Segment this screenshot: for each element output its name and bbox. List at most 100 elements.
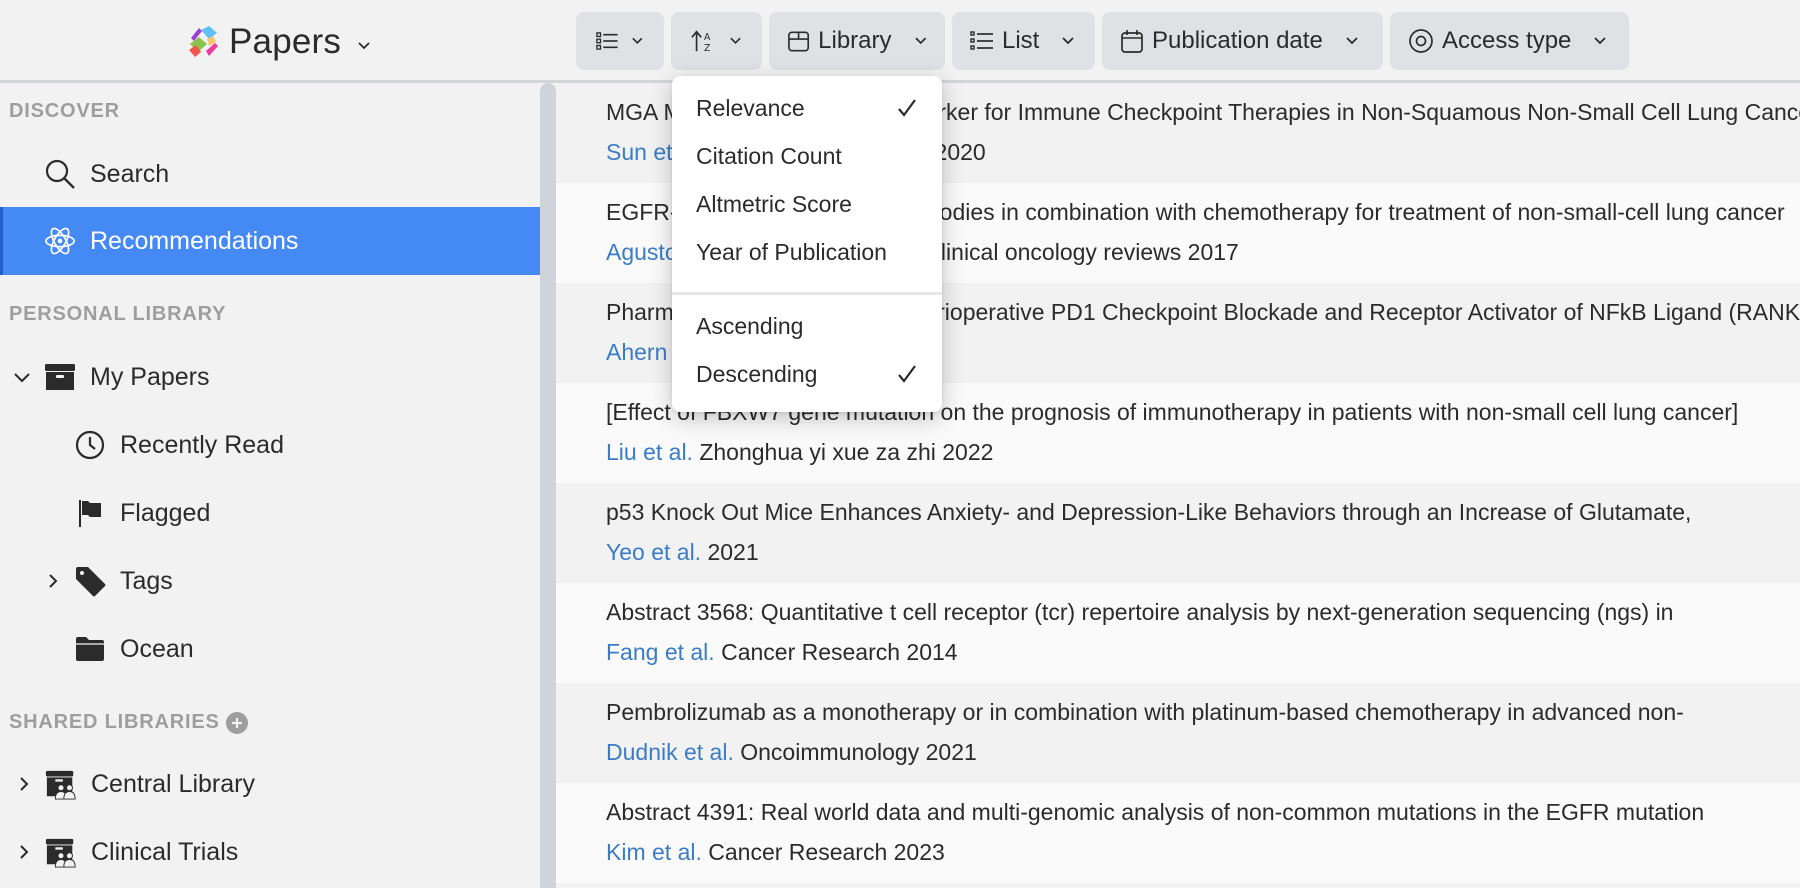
layout-filter-label: List <box>1002 27 1040 54</box>
paper-row[interactable]: Pembrolizumab as a monotherapy or in com… <box>556 683 1800 783</box>
paper-title[interactable]: Abstract 4391: Real world data and multi… <box>606 799 1704 826</box>
paper-title[interactable]: p53 Knock Out Mice Enhances Anxiety- and… <box>606 499 1691 526</box>
access-type-filter-button[interactable]: Access type <box>1390 12 1629 70</box>
chevron-down-icon <box>730 37 741 45</box>
archive-box-icon <box>44 361 76 393</box>
sidebar-item-recently-read[interactable]: Recently Read <box>0 411 540 479</box>
menu-item-label: Altmetric Score <box>696 190 852 217</box>
access-circle-icon <box>1409 29 1433 53</box>
sort-az-icon: AZ <box>691 30 711 54</box>
sort-menu: Relevance Citation Count Altmetric Score… <box>672 76 942 412</box>
sort-order-ascending[interactable]: Ascending <box>672 302 942 350</box>
app-switcher[interactable]: Papers <box>187 20 371 64</box>
section-label-shared-libraries: SHARED LIBRARIES <box>9 711 248 734</box>
paper-title[interactable]: Pembrolizumab as a monotherapy or in com… <box>606 699 1684 726</box>
checkmark-icon <box>898 365 916 383</box>
sidebar-item-clinical-trials[interactable]: Clinical Trials <box>0 818 540 886</box>
paper-authors-link[interactable]: Yeo et al. <box>606 539 701 565</box>
chevron-right-icon[interactable] <box>13 773 35 795</box>
papers-logo-icon <box>189 26 218 57</box>
sidebar-item-search[interactable]: Search <box>0 140 540 208</box>
paper-meta: Fang et al. Cancer Research 2014 <box>606 639 958 666</box>
toolbar: AZ Library List Publication date Access … <box>576 12 1629 70</box>
section-label-text: SHARED LIBRARIES <box>9 711 220 733</box>
add-shared-library-icon[interactable] <box>225 711 248 734</box>
sidebar-item-label: Ocean <box>120 634 194 663</box>
paper-venue: Cancer Research 2023 <box>708 839 945 865</box>
chevron-down-icon <box>632 37 643 44</box>
menu-item-label: Ascending <box>696 312 804 339</box>
paper-authors-link[interactable]: Kim et al. <box>606 839 702 865</box>
chevron-down-icon <box>358 42 370 50</box>
publication-date-filter-label: Publication date <box>1152 27 1323 54</box>
checkmark-icon <box>898 99 916 117</box>
atom-icon <box>44 225 76 257</box>
section-label-personal-library: PERSONAL LIBRARY <box>9 303 227 325</box>
folder-icon <box>74 633 106 665</box>
layout-filter-button[interactable]: List <box>952 12 1095 70</box>
paper-meta: Dudnik et al. Oncoimmunology 2021 <box>606 739 977 766</box>
chevron-right-icon[interactable] <box>13 841 35 863</box>
paper-meta: Liu et al. Zhonghua yi xue za zhi 2022 <box>606 439 993 466</box>
paper-authors-link[interactable]: Fang et al. <box>606 639 715 665</box>
sort-option-altmetric-score[interactable]: Altmetric Score <box>672 180 942 228</box>
menu-item-label: Citation Count <box>696 142 842 169</box>
sidebar-item-tags[interactable]: Tags <box>0 547 540 615</box>
sort-option-relevance[interactable]: Relevance <box>672 84 942 132</box>
library-box-icon <box>788 31 810 52</box>
paper-title[interactable]: Abstract 3568: Quantitative t cell recep… <box>606 599 1673 626</box>
paper-meta: Kim et al. Cancer Research 2023 <box>606 839 945 866</box>
sidebar-item-flagged[interactable]: Flagged <box>0 479 540 547</box>
sidebar-item-recommendations[interactable]: Recommendations <box>0 207 540 275</box>
sidebar-item-label: Central Library <box>91 769 255 798</box>
chevron-down-icon <box>1062 37 1074 45</box>
paper-venue: Cancer Research 2014 <box>721 639 958 665</box>
section-label-discover: DISCOVER <box>9 100 120 122</box>
sort-button[interactable]: AZ <box>671 12 762 70</box>
paper-venue: Zhonghua yi xue za zhi 2022 <box>699 439 994 465</box>
paper-authors-link[interactable]: Dudnik et al. <box>606 739 734 765</box>
paper-row[interactable]: p53 Knock Out Mice Enhances Anxiety- and… <box>556 483 1800 583</box>
sidebar-item-label: Search <box>90 159 170 188</box>
paper-venue: Oncoimmunology 2021 <box>740 739 977 765</box>
sidebar-item-label: Tags <box>120 566 173 595</box>
sidebar-item-ocean[interactable]: Ocean <box>0 615 540 683</box>
paper-row[interactable]: Abstract 4391: Real world data and multi… <box>556 783 1800 883</box>
view-mode-button[interactable] <box>576 12 664 70</box>
list-view-icon <box>596 32 618 50</box>
calendar-icon <box>1121 30 1143 53</box>
paper-venue: 2021 <box>707 539 759 565</box>
sort-order-descending[interactable]: Descending <box>672 350 942 398</box>
svg-text:A: A <box>704 32 711 43</box>
chevron-down-icon <box>1346 37 1358 45</box>
clock-icon <box>74 429 106 461</box>
paper-authors-link[interactable]: Liu et al. <box>606 439 693 465</box>
sidebar-item-my-papers[interactable]: My Papers <box>0 343 540 411</box>
chevron-down-icon <box>914 37 926 45</box>
sidebar: DISCOVER Search Recommendations PERSONAL… <box>0 83 540 888</box>
search-icon <box>44 158 76 190</box>
chevron-down-icon[interactable] <box>11 366 33 388</box>
sort-option-year-of-publication[interactable]: Year of Publication <box>672 228 942 276</box>
sort-option-citation-count[interactable]: Citation Count <box>672 132 942 180</box>
sidebar-item-central-library[interactable]: Central Library <box>0 750 540 818</box>
top-bar: Papers AZ Library List Publication date <box>0 0 1800 83</box>
sidebar-item-label: Flagged <box>120 498 211 527</box>
paper-row[interactable]: Abstract 3568: Quantitative t cell recep… <box>556 583 1800 683</box>
sidebar-resize-handle[interactable] <box>540 83 556 888</box>
flag-icon <box>74 497 106 529</box>
sidebar-item-label: Recently Read <box>120 430 284 459</box>
menu-item-label: Year of Publication <box>696 238 887 265</box>
publication-date-filter-button[interactable]: Publication date <box>1102 12 1383 70</box>
app-title: Papers <box>229 22 342 61</box>
chevron-right-icon[interactable] <box>42 570 64 592</box>
chevron-down-icon <box>1594 37 1607 45</box>
library-filter-button[interactable]: Library <box>769 12 945 70</box>
svg-text:Z: Z <box>704 43 710 54</box>
library-filter-label: Library <box>818 27 892 54</box>
shared-library-icon <box>45 768 77 800</box>
sidebar-item-label: My Papers <box>90 362 210 391</box>
menu-divider <box>672 292 942 295</box>
paper-meta: Yeo et al. 2021 <box>606 539 759 566</box>
list-icon <box>970 31 993 50</box>
